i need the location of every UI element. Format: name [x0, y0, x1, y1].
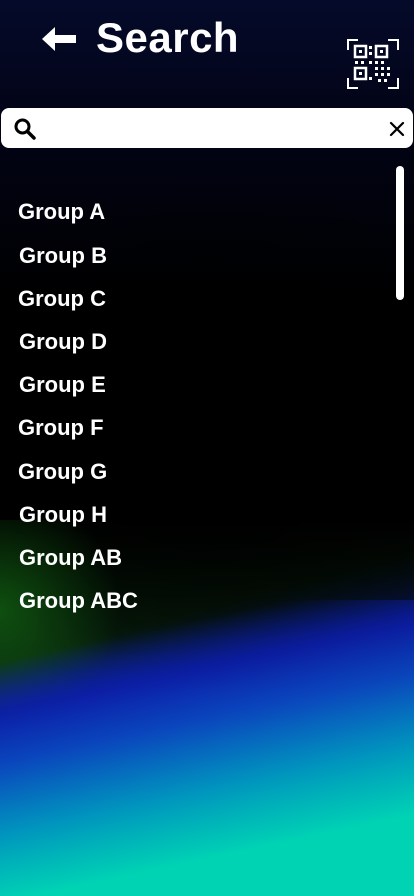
list-item-group-g[interactable]: Group G — [18, 459, 107, 485]
header: Search — [0, 0, 414, 100]
search-input[interactable] — [45, 112, 375, 144]
qr-scan-icon — [347, 39, 399, 89]
list-item-group-f[interactable]: Group F — [18, 415, 104, 441]
page-title: Search — [96, 14, 240, 61]
arrow-left-icon — [42, 27, 76, 51]
scrollbar[interactable] — [396, 166, 404, 300]
list-item-group-b[interactable]: Group B — [19, 243, 107, 269]
background-blue-band — [0, 600, 414, 896]
back-button[interactable] — [38, 22, 80, 56]
search-icon — [14, 118, 36, 140]
list-item-group-a[interactable]: Group A — [18, 199, 105, 225]
search-bar — [1, 108, 413, 148]
list-item-group-d[interactable]: Group D — [19, 329, 107, 355]
list-item-group-abc[interactable]: Group ABC — [19, 588, 138, 614]
list-item-group-c[interactable]: Group C — [18, 286, 106, 312]
list-item-group-ab[interactable]: Group AB — [19, 545, 122, 571]
list-item-group-e[interactable]: Group E — [19, 372, 106, 398]
close-icon[interactable] — [387, 119, 407, 139]
qr-scan-button[interactable] — [346, 38, 400, 90]
list-item-group-h[interactable]: Group H — [19, 502, 107, 528]
